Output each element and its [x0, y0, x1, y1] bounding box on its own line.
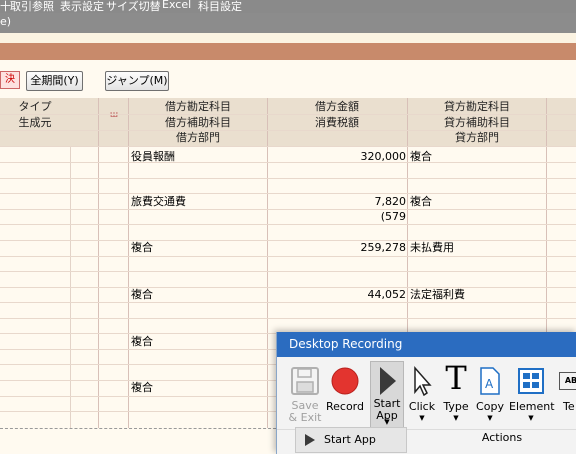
actions-group-label: Actions: [481, 431, 523, 444]
copy-button[interactable]: A Copy ▼: [473, 364, 507, 426]
header-credit-account: 貸方勘定科目: [444, 100, 510, 113]
row2-amount: 7,820: [374, 195, 407, 208]
recording-title: Desktop Recording: [289, 337, 403, 351]
save-exit-button[interactable]: Save & Exit: [285, 364, 325, 426]
grid-line: [267, 98, 268, 428]
grid-line: [0, 178, 576, 179]
copy-dropdown-icon[interactable]: ▼: [473, 414, 507, 422]
element-grid-icon: [518, 368, 544, 394]
grid-line: [0, 130, 576, 131]
recording-titlebar: Desktop Recording: [277, 332, 576, 357]
type-dropdown-icon[interactable]: ▼: [439, 414, 473, 422]
type-button[interactable]: T Type ▼: [439, 360, 473, 426]
type-label: Type: [443, 400, 469, 413]
menu-bar: 十 取引参照 表示設定 サイズ切替 Excel 科目設定: [0, 0, 576, 13]
row4-credit-account: 法定福利費: [410, 288, 465, 301]
row4-debit-account: 複合: [131, 288, 153, 301]
record-icon: [331, 367, 359, 395]
text-t-icon: T: [445, 359, 467, 397]
grid-line: [0, 256, 576, 257]
element-button[interactable]: Element ▼: [509, 364, 555, 426]
start-app-menu-item[interactable]: Start App: [295, 427, 407, 453]
start-app-button[interactable]: Start App ▼: [370, 361, 404, 429]
header-credit-dept: 貸方部門: [455, 131, 499, 144]
row3-credit-account: 未払費用: [410, 241, 454, 254]
record-button[interactable]: Record: [325, 364, 365, 426]
click-dropdown-icon[interactable]: ▼: [405, 414, 439, 422]
row6-debit-account: 複合: [131, 381, 153, 394]
closing-toggle-button[interactable]: 決: [0, 71, 20, 89]
accent-bar: [0, 43, 576, 60]
header-type: タイプ: [18, 100, 52, 113]
toolbar: [0, 60, 576, 98]
window-titlebar: e): [0, 13, 576, 33]
header-debit-account: 借方勘定科目: [165, 100, 231, 113]
row1-amount: 320,000: [360, 150, 407, 163]
header-debit-amount: 借方金額: [315, 100, 359, 113]
record-label: Record: [325, 400, 364, 413]
all-period-button[interactable]: 全期間(Y): [26, 71, 83, 91]
grid-line: [98, 98, 99, 428]
grid-line: [0, 271, 576, 272]
grid-line: [128, 98, 129, 428]
click-button[interactable]: Click ▼: [405, 364, 439, 426]
play-icon: [380, 367, 396, 395]
svg-text:A: A: [485, 377, 494, 391]
header-debit-dept: 借方部門: [176, 131, 220, 144]
grid-line: [0, 114, 576, 115]
menu-item-transaction-ref[interactable]: 取引参照: [10, 0, 54, 13]
click-label: Click: [408, 400, 436, 413]
element-dropdown-icon[interactable]: ▼: [509, 414, 553, 422]
row2-tax: (579: [380, 210, 406, 223]
header-debit-sub-account: 借方補助科目: [165, 116, 231, 129]
spacer: [0, 33, 576, 43]
save-exit-label: Save & Exit: [288, 399, 322, 424]
row2-debit-account: 旅費交通費: [131, 195, 186, 208]
row1-credit-account: 複合: [410, 150, 432, 163]
copy-document-icon: A: [480, 367, 500, 395]
element-label: Element: [509, 400, 555, 413]
row2-credit-account: 複合: [410, 195, 432, 208]
start-app-dropdown-icon[interactable]: ▼: [371, 418, 403, 426]
text-field-icon: AB: [559, 372, 576, 390]
grid-line: [0, 146, 576, 147]
cursor-arrow-icon: [414, 366, 432, 396]
text-button-label: Te: [563, 400, 575, 413]
text-button[interactable]: AB Te: [557, 364, 576, 426]
row4-amount: 44,052: [367, 288, 407, 301]
copy-label: Copy: [476, 400, 504, 413]
window-title-text: e): [0, 15, 12, 28]
grid-line: [0, 318, 576, 319]
header-tax-amount: 消費税額: [315, 116, 359, 129]
floppy-disk-icon: [291, 367, 319, 395]
table-bottom-edge: [0, 428, 276, 429]
header-origin: 生成元: [18, 116, 52, 129]
menu-item-account-settings[interactable]: 科目設定: [198, 0, 242, 13]
menu-item-display-settings[interactable]: 表示設定: [60, 0, 104, 13]
row3-debit-account: 複合: [131, 241, 153, 254]
start-app-menu-label: Start App: [324, 433, 376, 446]
play-icon: [305, 434, 315, 446]
menu-item-excel[interactable]: Excel: [162, 0, 191, 11]
row3-amount: 259,278: [360, 241, 407, 254]
menu-item-size-switch[interactable]: サイズ切替: [106, 0, 161, 13]
row1-debit-account: 役員報酬: [131, 150, 175, 163]
jump-button[interactable]: ジャンプ(M): [105, 71, 169, 91]
row5-debit-account: 複合: [131, 335, 153, 348]
marker-column-icon: ш: [109, 110, 119, 120]
header-credit-sub-account: 貸方補助科目: [444, 116, 510, 129]
